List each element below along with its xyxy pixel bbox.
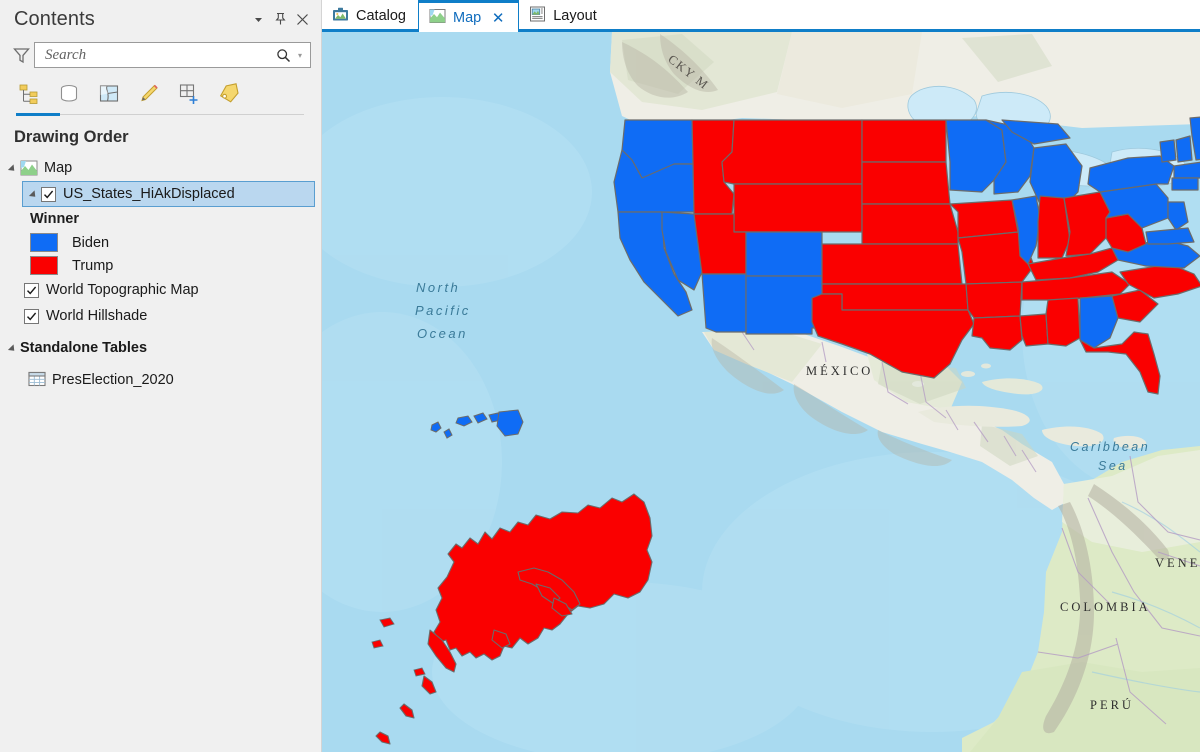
tree-item-standalone-tables-label: Standalone Tables: [20, 340, 148, 356]
tab-map-label: Map: [452, 9, 482, 26]
expander-map-icon[interactable]: [4, 160, 20, 176]
map-canvas[interactable]: North Pacific Ocean Caribbean Sea MÉXICO…: [322, 32, 1200, 752]
legend-item-biden[interactable]: Biden: [0, 231, 321, 254]
legend-label-trump: Trump: [72, 257, 114, 274]
tree-item-preselection-2020-label: PresElection_2020: [52, 372, 174, 388]
tree-item-map[interactable]: Map: [0, 155, 321, 181]
contents-panel: Contents Search ▾ Drawing Order Map US_S…: [0, 0, 322, 752]
panel-title: Contents: [14, 7, 95, 30]
checkbox-world-hillshade[interactable]: [24, 308, 39, 324]
contents-panel-header: Contents: [0, 0, 321, 38]
panel-menu-dropdown-icon[interactable]: [247, 8, 269, 30]
checkbox-us-states[interactable]: [41, 186, 56, 202]
expander-standalone-tables-icon[interactable]: [4, 340, 20, 356]
legend-swatch-biden: [30, 233, 58, 252]
list-by-editing-icon[interactable]: [136, 81, 162, 107]
map-icon: [429, 8, 446, 28]
panel-pin-icon[interactable]: [269, 8, 291, 30]
table-icon: [28, 371, 46, 389]
catalog-icon: [332, 6, 349, 26]
expander-us-states-icon[interactable]: [25, 186, 41, 202]
legend-item-trump[interactable]: Trump: [0, 254, 321, 277]
tree-item-us-states-label: US_States_HiAkDisplaced: [63, 186, 235, 202]
contents-toolbar: [16, 74, 311, 116]
tab-layout-label: Layout: [553, 8, 597, 24]
panel-close-icon[interactable]: [291, 8, 313, 30]
arcgis-pro-window: Contents Search ▾ Drawing Order Map US_S…: [0, 0, 1200, 752]
map-graphic: [322, 32, 1200, 752]
search-input[interactable]: [43, 45, 272, 65]
list-by-drawing-order-icon[interactable]: [16, 81, 42, 107]
map-node-icon: [20, 159, 38, 177]
tree-item-world-topographic-map[interactable]: World Topographic Map: [0, 277, 321, 303]
tree-item-us-states[interactable]: US_States_HiAkDisplaced: [22, 181, 315, 207]
legend-label-biden: Biden: [72, 234, 110, 251]
list-by-snapping-icon[interactable]: [176, 81, 202, 107]
search-box[interactable]: ▾: [34, 42, 311, 68]
search-row: ▾: [8, 40, 311, 70]
tab-map[interactable]: Map ✕: [417, 0, 520, 32]
tab-layout[interactable]: Layout: [519, 0, 609, 32]
contents-tree: Drawing Order Map US_States_HiAkDisplace…: [0, 114, 321, 393]
filter-icon[interactable]: [8, 42, 34, 68]
tree-item-world-hillshade[interactable]: World Hillshade: [0, 303, 321, 329]
checkbox-world-topographic-map[interactable]: [24, 282, 39, 298]
tree-item-map-label: Map: [44, 160, 73, 176]
map-area: Catalog Map ✕ Layout North Pacific Ocean…: [322, 0, 1200, 752]
tree-item-standalone-tables[interactable]: Standalone Tables: [0, 335, 321, 361]
list-by-labeling-icon[interactable]: [216, 81, 242, 107]
search-options-chevron-down-icon[interactable]: ▾: [294, 51, 306, 60]
toolbar-active-indicator: [16, 113, 304, 116]
tree-item-preselection-2020[interactable]: PresElection_2020: [0, 367, 321, 393]
view-tabbar: Catalog Map ✕ Layout: [322, 0, 1200, 32]
tree-item-world-topographic-map-label: World Topographic Map: [46, 282, 199, 298]
legend-swatch-trump: [30, 256, 58, 275]
tree-item-world-hillshade-label: World Hillshade: [46, 308, 148, 324]
search-icon[interactable]: [272, 48, 294, 63]
tab-catalog-label: Catalog: [356, 8, 406, 24]
drawing-order-heading: Drawing Order: [14, 128, 129, 146]
symbology-field-label: Winner: [30, 211, 80, 227]
layout-icon: [529, 6, 546, 26]
list-by-selection-icon[interactable]: [96, 81, 122, 107]
list-by-data-source-icon[interactable]: [56, 81, 82, 107]
tab-catalog[interactable]: Catalog: [322, 0, 418, 32]
tab-map-close-icon[interactable]: ✕: [490, 9, 506, 27]
